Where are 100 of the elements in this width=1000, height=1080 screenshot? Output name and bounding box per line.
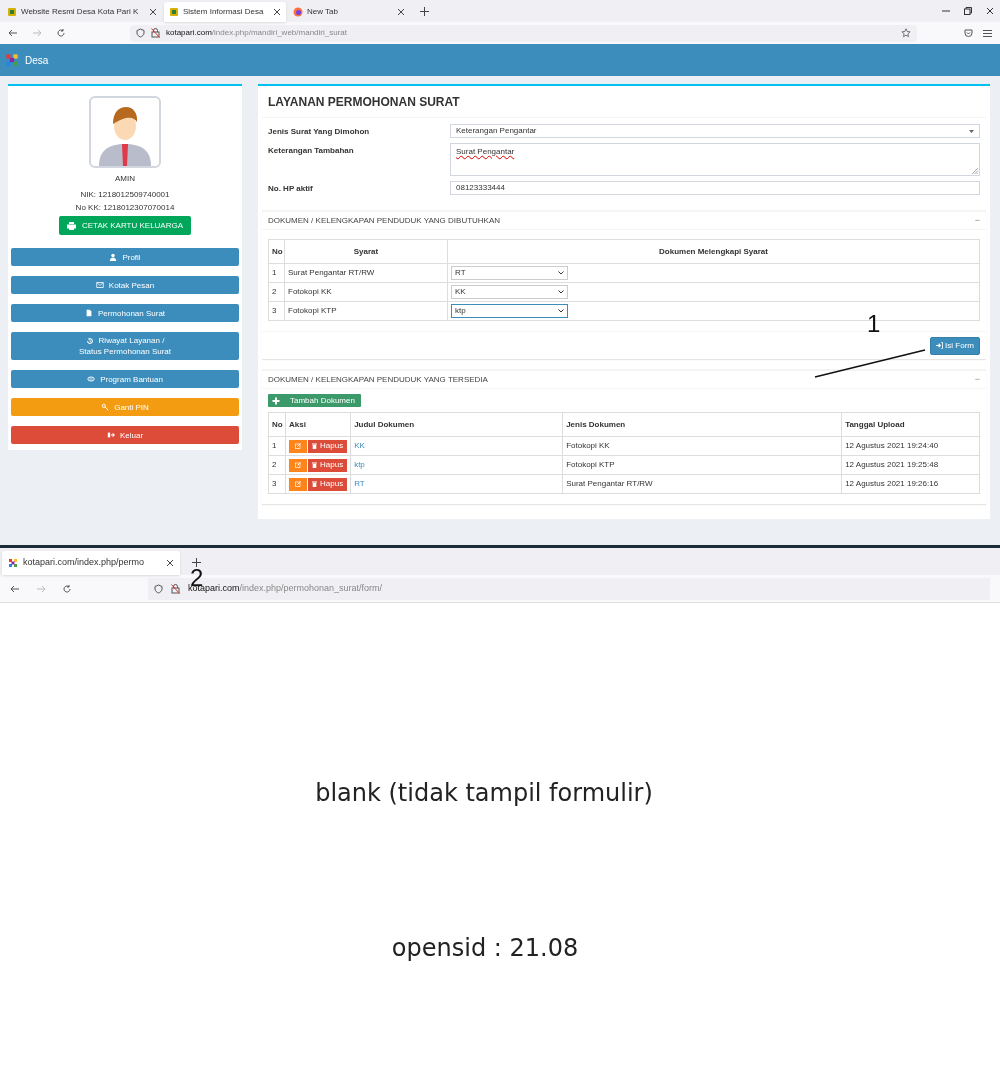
note-text: opensid : 21.08	[391, 933, 579, 964]
edit-icon	[295, 443, 301, 449]
restore-icon[interactable]	[964, 7, 972, 15]
section-title: DOKUMEN / KELENGKAPAN PENDUDUK YANG DIBUTUHKAN	[268, 214, 501, 227]
menu-button[interactable]: Profil	[11, 248, 239, 266]
column-header: Judul Dokumen	[350, 412, 563, 437]
shield-icon	[154, 583, 163, 594]
dropdown-field[interactable]: ktp	[451, 304, 568, 318]
annotation-number: 1	[867, 312, 881, 336]
menu-button[interactable]: Riwayat Layanan / Status Permohonan Surat	[11, 332, 239, 360]
envelope-icon	[95, 281, 104, 289]
column-header: Jenis Dokumen	[562, 412, 842, 437]
menu-icon[interactable]	[983, 28, 992, 38]
fill-form-button[interactable]: Isi Form	[930, 336, 980, 355]
field-label: No. HP aktif	[268, 183, 314, 195]
column-header: Dokumen Melengkapi Syarat	[447, 239, 980, 264]
table-cell: Fotokopi KK	[284, 282, 448, 302]
dropdown-field[interactable]: RT	[451, 266, 568, 280]
table-cell: Surat Pengantar RT/RW	[284, 263, 448, 283]
delete-button[interactable]: Hapus	[308, 458, 348, 472]
kk-text: No KK: 1218012307070014	[75, 202, 175, 214]
chevron-down-icon	[558, 309, 564, 313]
file-icon	[84, 309, 93, 317]
minimize-icon[interactable]	[942, 7, 950, 15]
close-icon[interactable]	[166, 559, 174, 567]
tab-title: kotapari.com/index.php/permo	[23, 556, 146, 570]
bookmark-star-icon[interactable]	[901, 28, 911, 38]
add-document-button[interactable]: Tambah Dokumen	[268, 394, 361, 407]
crest-icon	[7, 7, 17, 17]
table-cell: Fotokopi KK	[562, 436, 842, 456]
document-link[interactable]: RT	[354, 479, 365, 488]
text-area[interactable]: Surat Pengantar	[450, 143, 980, 176]
chevron-down-icon	[558, 290, 564, 294]
browser-tab[interactable]: New Tab	[288, 2, 410, 22]
user-name: AMIN	[115, 173, 135, 185]
close-icon[interactable]	[397, 8, 405, 16]
delete-button[interactable]: Hapus	[308, 477, 348, 491]
chevron-down-icon	[558, 271, 564, 275]
column-header: Aksi	[285, 412, 351, 437]
new-tab-icon[interactable]	[420, 7, 429, 16]
tab-title: Website Resmi Desa Kota Pari K	[21, 6, 140, 18]
print-family-card-button[interactable]: CETAK KARTU KELUARGA	[58, 216, 192, 235]
app-logo-icon	[5, 53, 19, 67]
url-text: kotapari.com/index.php/mandiri_web/mandiri_surat	[166, 27, 347, 39]
sign-out-icon	[106, 431, 115, 439]
collapse-button[interactable]: −	[974, 372, 980, 387]
app-title: Desa	[25, 53, 49, 68]
browser-tab[interactable]: Website Resmi Desa Kota Pari K	[2, 2, 162, 22]
browser-tab[interactable]: Sistem Informasi Desa	[164, 2, 286, 22]
plus-icon	[271, 395, 281, 406]
address-bar[interactable]: kotapari.com/index.php/mandiri_web/mandiri_surat	[130, 24, 917, 42]
close-icon[interactable]	[273, 8, 281, 16]
table-cell: 2	[268, 282, 285, 302]
pocket-icon[interactable]	[964, 28, 973, 38]
menu-button[interactable]: Keluar	[11, 426, 239, 444]
table-cell: Surat Pengantar RT/RW	[562, 474, 842, 494]
back-icon[interactable]	[10, 583, 20, 594]
field-label: Keterangan Tambahan	[268, 145, 355, 157]
section-title: DOKUMEN / KELENGKAPAN PENDUDUK YANG TERSEDIA	[268, 373, 488, 386]
table-cell: 2	[268, 455, 286, 475]
reload-icon[interactable]	[62, 583, 72, 594]
shield-icon	[136, 28, 145, 38]
trash-icon	[312, 443, 317, 449]
table-cell: 12 Agustus 2021 19:25:48	[841, 455, 980, 475]
printer-icon	[66, 221, 76, 230]
crest-icon	[169, 7, 179, 17]
note-text: blank (tidak tampil formulir)	[315, 778, 653, 809]
user-icon	[109, 253, 118, 261]
table-cell: 12 Agustus 2021 19:24:40	[841, 436, 980, 456]
firefox-icon	[293, 7, 303, 17]
close-icon[interactable]	[986, 7, 994, 15]
table-cell: 1	[268, 263, 285, 283]
dropdown-field[interactable]: Keterangan Pengantar	[450, 124, 980, 138]
menu-button[interactable]: Program Bantuan	[11, 370, 239, 388]
close-icon[interactable]	[149, 8, 157, 16]
tab-title: New Tab	[307, 6, 339, 18]
document-link[interactable]: ktp	[354, 460, 365, 469]
lock-warning-icon	[171, 583, 180, 594]
document-link[interactable]: KK	[354, 441, 365, 450]
input-field[interactable]: 08123333444	[450, 181, 980, 195]
dropdown-field[interactable]: KK	[451, 285, 568, 299]
collapse-button[interactable]: −	[974, 213, 980, 228]
browser-tab[interactable]: kotapari.com/index.php/permo	[2, 551, 180, 575]
logo-icon	[8, 558, 18, 568]
back-icon[interactable]	[8, 28, 18, 38]
resize-handle-icon	[972, 168, 978, 174]
column-header: Syarat	[284, 239, 448, 264]
new-tab-icon[interactable]	[192, 558, 201, 567]
menu-button[interactable]: Kotak Pesan	[11, 276, 239, 294]
column-header: Tanggal Upload	[841, 412, 980, 437]
delete-button[interactable]: Hapus	[308, 439, 348, 453]
table-cell: 3	[268, 301, 285, 321]
table-cell: 1	[268, 436, 286, 456]
column-header: No	[268, 239, 285, 264]
lock-warning-icon	[151, 28, 160, 38]
edit-icon	[295, 481, 301, 487]
menu-button[interactable]: Permohonan Surat	[11, 304, 239, 322]
reload-icon[interactable]	[56, 28, 66, 38]
menu-button[interactable]: Ganti PIN	[11, 398, 239, 416]
table-cell: 3	[268, 474, 286, 494]
